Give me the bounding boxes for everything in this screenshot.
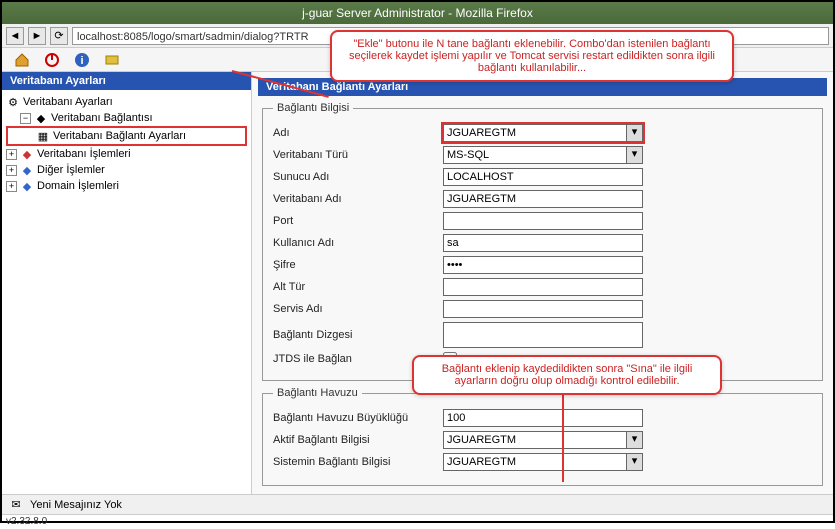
chevron-down-icon[interactable]: ▾ (626, 147, 642, 163)
tree-item[interactable]: + ◆ Diğer İşlemler (6, 162, 247, 178)
field-label: Port (273, 215, 443, 227)
callout-annotation: Bağlantı eklenip kaydedildikten sonra "S… (412, 355, 722, 395)
back-button[interactable]: ◄ (6, 27, 24, 45)
dbname-input[interactable] (443, 190, 643, 208)
field-label: Kullanıcı Adı (273, 237, 443, 249)
expand-icon[interactable]: + (6, 149, 17, 160)
expand-icon[interactable]: + (6, 165, 17, 176)
field-label: Bağlantı Havuzu Büyüklüğü (273, 412, 443, 424)
pool-group: Bağlantı Havuzu Bağlantı Havuzu Büyüklüğ… (262, 387, 823, 486)
callout-annotation: "Ekle" butonu ile N tane bağlantı eklene… (330, 30, 734, 82)
field-label: Servis Adı (273, 303, 443, 315)
field-label: Sunucu Adı (273, 171, 443, 183)
info-icon[interactable]: i (74, 52, 90, 68)
msg-icon[interactable] (104, 52, 120, 68)
tree-item-selected[interactable]: ▦ Veritabanı Bağlantı Ayarları (6, 126, 247, 146)
window-titlebar: j-guar Server Administrator - Mozilla Fi… (2, 2, 833, 24)
active-combo[interactable] (443, 431, 643, 449)
power-icon[interactable] (44, 52, 60, 68)
main-panel: Veritabanı Bağlantı Ayarları Bağlantı Bi… (252, 72, 833, 494)
version-label: v2.32.8.0 (2, 514, 833, 528)
field-label: Veritabanı Adı (273, 193, 443, 205)
tree-label: Veritabanı İşlemleri (37, 148, 131, 160)
field-label: Aktif Bağlantı Bilgisi (273, 434, 443, 446)
tree-item[interactable]: − ◆ Veritabanı Bağlantısı (6, 110, 247, 126)
node-icon: ◆ (20, 163, 34, 177)
svg-text:i: i (80, 55, 83, 67)
field-row: Adı ▾ (273, 124, 812, 142)
port-input[interactable] (443, 212, 643, 230)
expand-icon[interactable]: + (6, 181, 17, 192)
poolsize-input[interactable] (443, 409, 643, 427)
tree-item[interactable]: + ◆ Veritabanı İşlemleri (6, 146, 247, 162)
name-combo[interactable] (443, 124, 643, 142)
dbtype-combo[interactable] (443, 146, 643, 164)
status-bar: ✉ Yeni Mesajınız Yok (2, 494, 833, 514)
system-combo[interactable] (443, 453, 643, 471)
tree-label: Veritabanı Bağlantı Ayarları (53, 130, 186, 142)
field-label: Alt Tür (273, 281, 443, 293)
tree-item[interactable]: + ◆ Domain İşlemleri (6, 178, 247, 194)
forward-button[interactable]: ► (28, 27, 46, 45)
field-label: Veritabanı Türü (273, 149, 443, 161)
tree: ⚙ Veritabanı Ayarları − ◆ Veritabanı Bağ… (2, 90, 251, 198)
group-legend: Bağlantı Havuzu (273, 387, 362, 399)
sidebar: Veritabanı Ayarları ⚙ Veritabanı Ayarlar… (2, 72, 252, 494)
home-icon[interactable] (14, 52, 30, 68)
sidebar-title: Veritabanı Ayarları (2, 72, 251, 90)
button-bar: 1 Ekle Sil 2 Kaydet 3 Sına Vazgeç (258, 492, 827, 494)
password-input[interactable] (443, 256, 643, 274)
tree-item[interactable]: ⚙ Veritabanı Ayarları (6, 94, 247, 110)
doc-icon: ▦ (36, 129, 50, 143)
status-text: Yeni Mesajınız Yok (30, 499, 122, 511)
chevron-down-icon[interactable]: ▾ (626, 454, 642, 470)
field-label: Bağlantı Dizgesi (273, 329, 443, 341)
service-input[interactable] (443, 300, 643, 318)
connstring-input[interactable] (443, 322, 643, 348)
node-icon: ◆ (20, 147, 34, 161)
mail-icon[interactable]: ✉ (8, 497, 24, 513)
tree-label: Veritabanı Bağlantısı (51, 112, 153, 124)
field-label: Adı (273, 127, 443, 139)
chevron-down-icon[interactable]: ▾ (626, 125, 642, 141)
group-legend: Bağlantı Bilgisi (273, 102, 353, 114)
node-icon: ◆ (20, 179, 34, 193)
subtype-input[interactable] (443, 278, 643, 296)
reload-button[interactable]: ⟳ (50, 27, 68, 45)
tree-label: Domain İşlemleri (37, 180, 119, 192)
connection-info-group: Bağlantı Bilgisi Adı ▾ Veritabanı Türü ▾… (262, 102, 823, 381)
tree-label: Veritabanı Ayarları (23, 96, 113, 108)
field-label: Sistemin Bağlantı Bilgisi (273, 456, 443, 468)
server-input[interactable] (443, 168, 643, 186)
user-input[interactable] (443, 234, 643, 252)
tree-label: Diğer İşlemler (37, 164, 105, 176)
node-icon: ◆ (34, 111, 48, 125)
collapse-icon[interactable]: − (20, 113, 31, 124)
field-label: Şifre (273, 259, 443, 271)
chevron-down-icon[interactable]: ▾ (626, 432, 642, 448)
gear-icon: ⚙ (6, 95, 20, 109)
